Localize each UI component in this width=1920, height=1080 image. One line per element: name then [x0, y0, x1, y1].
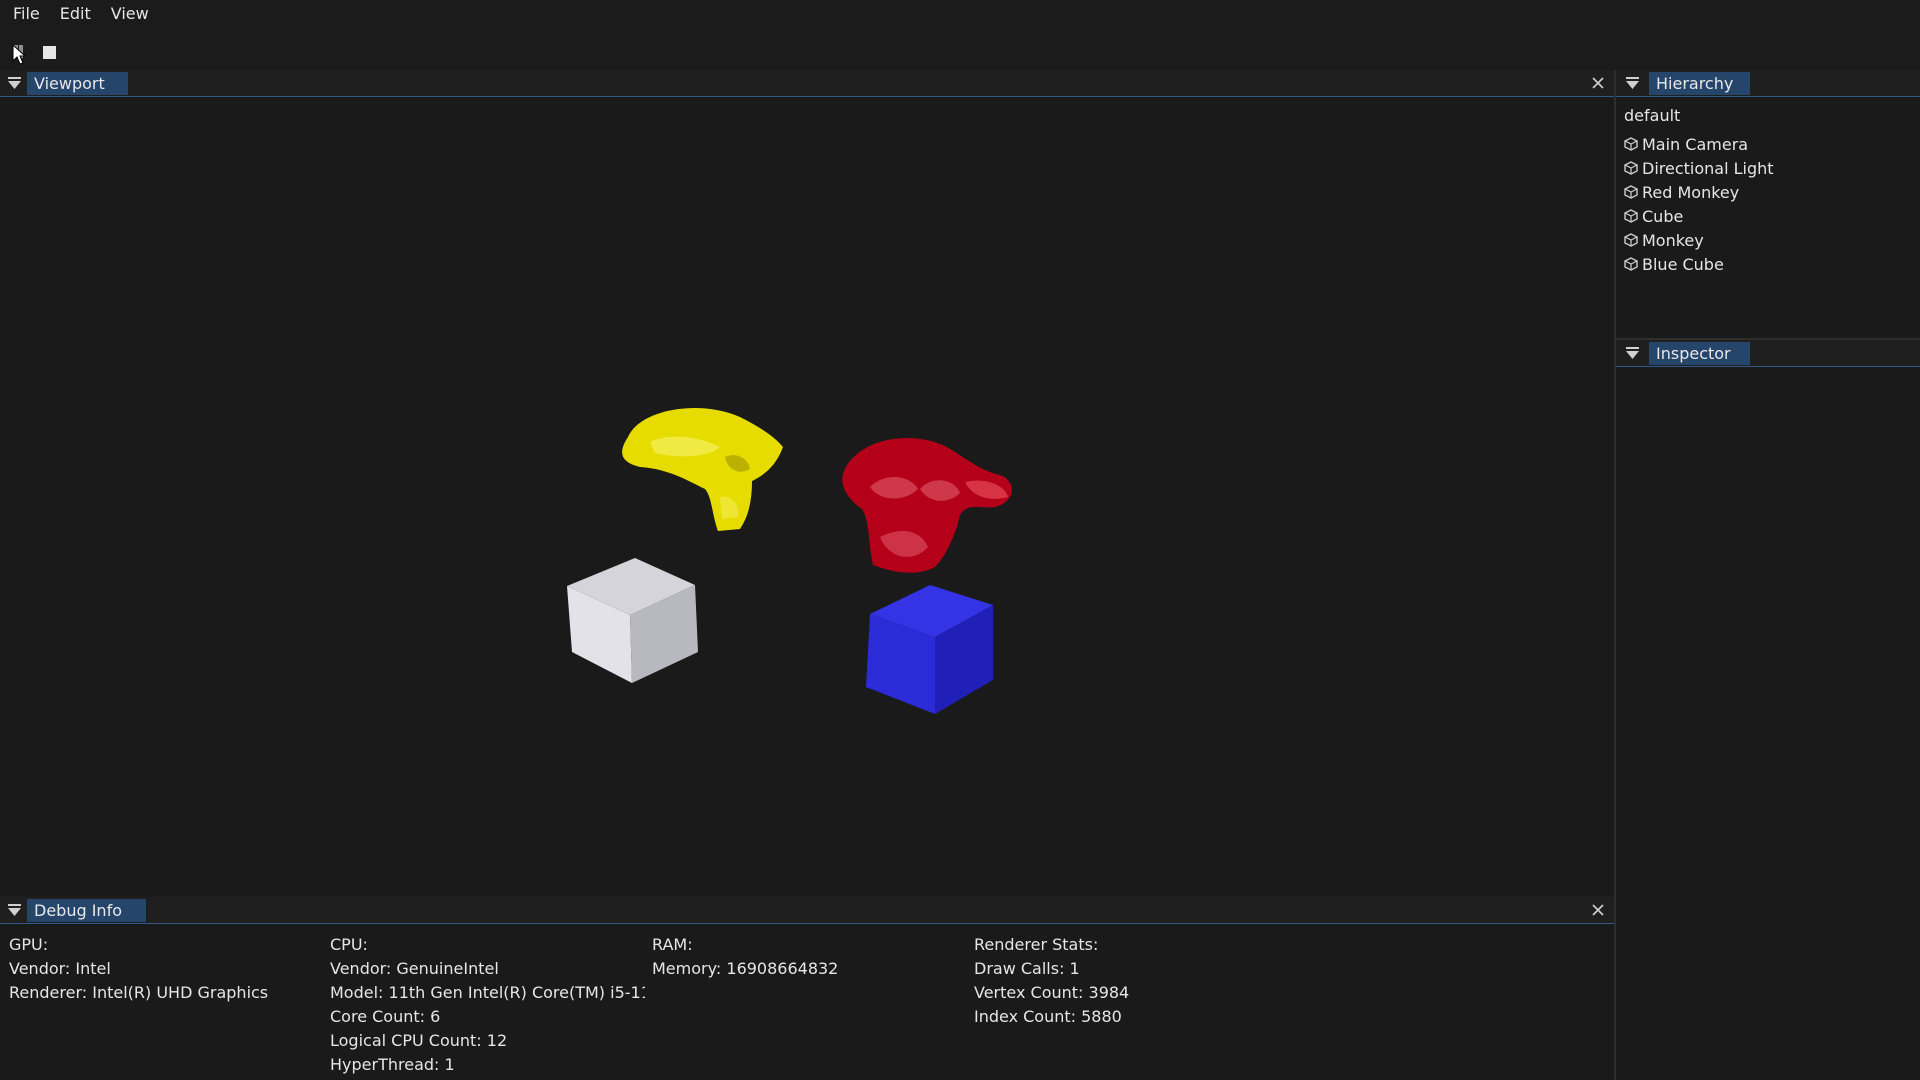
collapse-arrow-icon[interactable]: [1626, 77, 1639, 90]
cpu-logical-count: Logical CPU Count: 12: [330, 1031, 508, 1050]
renderer-stats: Renderer Stats: Draw Calls: 1 Vertex Cou…: [974, 933, 1129, 1029]
tab-hierarchy[interactable]: Hierarchy: [1649, 72, 1750, 95]
collapse-arrow-icon[interactable]: [8, 904, 21, 917]
menu-file[interactable]: File: [0, 0, 50, 28]
debug-header: Debug Info: [0, 897, 1614, 924]
cpu-info: CPU: Vendor: GenuineIntel Model: 11th Ge…: [330, 933, 645, 1077]
menu-view[interactable]: View: [101, 0, 159, 28]
entity-cube-icon: [1624, 257, 1638, 271]
viewport-canvas[interactable]: [0, 97, 1614, 896]
vertex-count: Vertex Count: 3984: [974, 983, 1130, 1002]
hierarchy-item-label: Blue Cube: [1642, 254, 1724, 274]
entity-cube-icon: [1624, 185, 1638, 199]
hierarchy-item-label: Monkey: [1642, 230, 1704, 250]
entity-cube-icon: [1624, 233, 1638, 247]
hierarchy-item-monkey[interactable]: Monkey: [1624, 228, 1774, 252]
red-monkey-mesh[interactable]: [842, 437, 1012, 573]
editor-window: File Edit View Viewport Debug Info GPU: …: [0, 0, 1920, 1080]
menu-edit[interactable]: Edit: [50, 0, 101, 28]
index-count: Index Count: 5880: [974, 1007, 1122, 1026]
hierarchy-item-label: Red Monkey: [1642, 182, 1740, 202]
cpu-core-count: Core Count: 6: [330, 1007, 441, 1026]
hierarchy-item-cube[interactable]: Cube: [1624, 204, 1774, 228]
gpu-info: GPU: Vendor: Intel Renderer: Intel(R) UH…: [9, 933, 268, 1005]
viewport-panel: Viewport: [0, 70, 1614, 896]
tab-inspector[interactable]: Inspector: [1649, 342, 1750, 365]
ram-heading: RAM:: [652, 935, 693, 954]
renderer-heading: Renderer Stats:: [974, 935, 1099, 954]
entity-cube-icon: [1624, 137, 1638, 151]
ram-memory: Memory: 16908664832: [652, 959, 839, 978]
scene-render: [567, 407, 1012, 714]
hierarchy-item-main-camera[interactable]: Main Camera: [1624, 132, 1774, 156]
inspector-panel: Inspector: [1616, 340, 1920, 1080]
cpu-model: Model: 11th Gen Intel(R) Core(TM) i5-114…: [330, 983, 645, 1002]
collapse-arrow-icon[interactable]: [8, 77, 21, 90]
tab-debug-info[interactable]: Debug Info: [27, 899, 146, 922]
stop-button[interactable]: [40, 41, 60, 61]
blue-cube-mesh[interactable]: [866, 585, 993, 714]
hierarchy-item-directional-light[interactable]: Directional Light: [1624, 156, 1774, 180]
collapse-arrow-icon[interactable]: [1626, 347, 1639, 360]
hierarchy-item-label: Main Camera: [1642, 134, 1749, 154]
yellow-monkey-mesh[interactable]: [622, 407, 783, 531]
viewport-header: Viewport: [0, 70, 1614, 97]
tab-viewport[interactable]: Viewport: [27, 72, 128, 95]
hierarchy-tree: Main Camera Directional Light Red Monkey…: [1624, 132, 1774, 276]
cpu-vendor: Vendor: GenuineIntel: [330, 959, 499, 978]
white-cube-mesh[interactable]: [567, 558, 698, 683]
hierarchy-header: Hierarchy: [1616, 70, 1920, 97]
entity-cube-icon: [1624, 161, 1638, 175]
scene-name[interactable]: default: [1624, 106, 1680, 125]
gpu-renderer: Renderer: Intel(R) UHD Graphics: [9, 983, 269, 1002]
hierarchy-item-blue-cube[interactable]: Blue Cube: [1624, 252, 1774, 276]
close-icon[interactable]: [1590, 902, 1606, 918]
toolbar: [0, 28, 1920, 71]
gpu-heading: GPU:: [9, 935, 49, 954]
gpu-vendor: Vendor: Intel: [9, 959, 111, 978]
hierarchy-item-red-monkey[interactable]: Red Monkey: [1624, 180, 1774, 204]
hierarchy-item-label: Directional Light: [1642, 158, 1774, 178]
hierarchy-item-label: Cube: [1642, 206, 1684, 226]
hierarchy-panel: Hierarchy default Main Camera Directiona…: [1616, 70, 1920, 340]
draw-calls: Draw Calls: 1: [974, 959, 1080, 978]
inspector-header: Inspector: [1616, 340, 1920, 367]
entity-cube-icon: [1624, 209, 1638, 223]
close-icon[interactable]: [1590, 75, 1606, 91]
cpu-hyperthread: HyperThread: 1: [330, 1055, 455, 1074]
debug-info-panel: Debug Info GPU: Vendor: Intel Renderer: …: [0, 897, 1614, 1080]
menu-bar: File Edit View: [0, 0, 1920, 28]
mouse-cursor-icon: [12, 44, 27, 65]
cpu-heading: CPU:: [330, 935, 368, 954]
ram-info: RAM: Memory: 16908664832: [652, 933, 838, 981]
